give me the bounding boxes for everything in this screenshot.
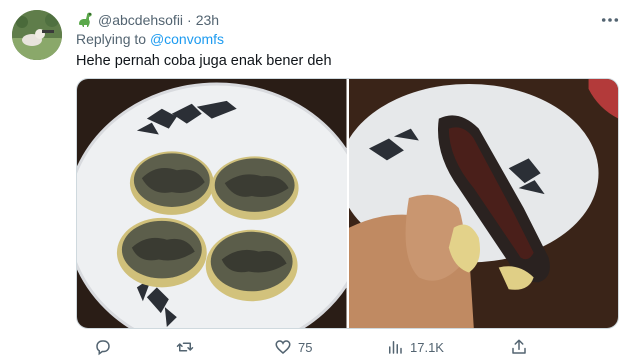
- tweet[interactable]: @abcdehsofii · 23h Replying to @convomfs…: [0, 0, 640, 360]
- tweet-text: Hehe pernah coba juga enak bener deh: [76, 53, 332, 69]
- share-icon: [510, 338, 528, 356]
- separator-dot: ·: [187, 12, 192, 28]
- heart-icon: [274, 338, 292, 356]
- author-handle[interactable]: @abcdehsofii: [98, 12, 183, 28]
- photo-fried-snacks-plate[interactable]: [77, 79, 347, 328]
- photo-fried-snack-in-hand[interactable]: [348, 79, 618, 328]
- retweet-button[interactable]: [176, 338, 200, 356]
- avatar[interactable]: [12, 10, 62, 60]
- replying-to: Replying to @convomfs: [76, 31, 224, 47]
- views-count: 17.1K: [410, 339, 444, 355]
- reply-icon: [94, 338, 112, 356]
- retweet-icon: [176, 338, 194, 356]
- tweet-header: @abcdehsofii · 23h: [76, 10, 219, 30]
- timestamp[interactable]: 23h: [196, 12, 219, 28]
- avatar-image: [12, 10, 62, 60]
- tweet-actions: 75 17.1K: [76, 336, 619, 358]
- dinosaur-emoji-icon: [76, 11, 94, 29]
- like-count: 75: [298, 339, 313, 355]
- like-button[interactable]: 75: [274, 338, 312, 356]
- views-icon: [386, 338, 404, 356]
- more-horizontal-icon[interactable]: [600, 12, 620, 28]
- replying-to-mention[interactable]: @convomfs: [150, 31, 224, 47]
- reply-button[interactable]: [94, 338, 118, 356]
- replying-prefix: Replying to: [76, 31, 150, 47]
- views-button[interactable]: 17.1K: [386, 338, 444, 356]
- tweet-media[interactable]: [76, 78, 619, 329]
- share-button[interactable]: [510, 338, 534, 356]
